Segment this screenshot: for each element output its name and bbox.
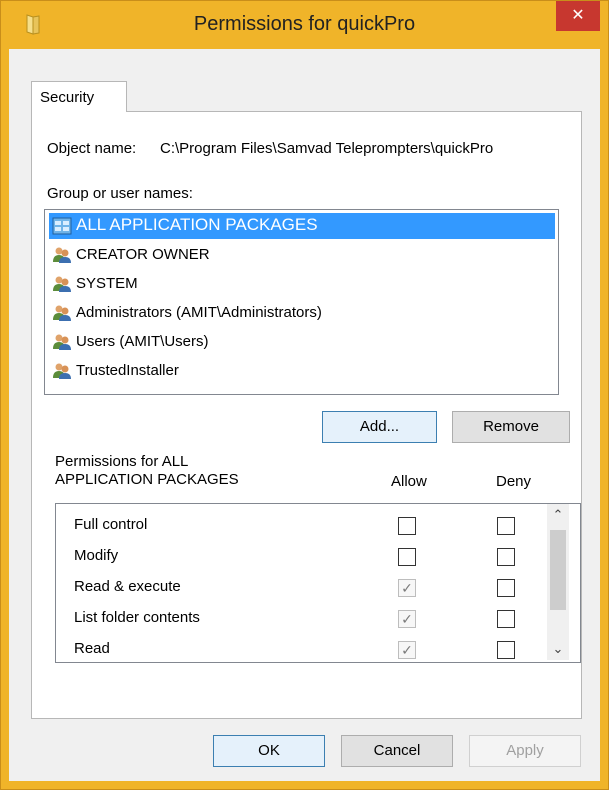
deny-checkbox[interactable] bbox=[497, 548, 515, 566]
group-user-list[interactable]: ALL APPLICATION PACKAGES CREATOR OWNER S… bbox=[44, 209, 559, 395]
ok-button[interactable]: OK bbox=[213, 735, 325, 767]
apply-button[interactable]: Apply bbox=[469, 735, 581, 767]
list-item-label: Users (AMIT\Users) bbox=[76, 333, 209, 350]
permissions-header: Permissions for ALL bbox=[55, 453, 189, 470]
permission-name: List folder contents bbox=[74, 609, 200, 626]
tab-security[interactable]: Security bbox=[31, 81, 127, 112]
allow-checkbox[interactable] bbox=[398, 517, 416, 535]
list-item[interactable]: Users (AMIT\Users) bbox=[49, 329, 555, 355]
permission-name: Read & execute bbox=[74, 578, 181, 595]
permission-row: Read ✓ bbox=[56, 634, 536, 662]
close-button[interactable]: ✕ bbox=[556, 1, 600, 31]
deny-column-header: Deny bbox=[496, 473, 532, 490]
list-item[interactable]: CREATOR OWNER bbox=[49, 242, 555, 268]
permissions-scrollbar[interactable]: ⌃ ⌄ bbox=[547, 504, 569, 660]
remove-button[interactable]: Remove bbox=[452, 411, 570, 443]
permission-row: List folder contents ✓ bbox=[56, 603, 536, 634]
list-item-label: Administrators (AMIT\Administrators) bbox=[76, 304, 322, 321]
close-icon: ✕ bbox=[571, 7, 585, 24]
object-name-label: Object name: bbox=[47, 140, 137, 157]
add-button[interactable]: Add... bbox=[322, 411, 437, 443]
deny-checkbox[interactable] bbox=[497, 517, 515, 535]
allow-checkbox: ✓ bbox=[398, 610, 416, 628]
list-item[interactable]: ALL APPLICATION PACKAGES bbox=[49, 213, 555, 239]
users-icon bbox=[53, 276, 71, 292]
users-icon bbox=[53, 305, 71, 321]
window-title: Permissions for quickPro bbox=[193, 13, 416, 35]
allow-checkbox: ✓ bbox=[398, 641, 416, 659]
list-item[interactable]: SYSTEM bbox=[49, 271, 555, 297]
object-name-value: C:\Program Files\Samvad Teleprompters\qu… bbox=[160, 140, 494, 157]
permissions-window: Permissions for quickPro ✕ Security Obje… bbox=[0, 0, 609, 790]
deny-checkbox[interactable] bbox=[497, 641, 515, 659]
list-item-label: TrustedInstaller bbox=[76, 362, 179, 379]
list-item-label: ALL APPLICATION PACKAGES bbox=[76, 215, 318, 234]
permission-row: Modify bbox=[56, 541, 536, 572]
cancel-button[interactable]: Cancel bbox=[341, 735, 453, 767]
list-item-label: CREATOR OWNER bbox=[76, 246, 210, 263]
permission-row: Read & execute ✓ bbox=[56, 572, 536, 603]
tab-label: Security bbox=[40, 89, 95, 106]
permissions-list[interactable]: Full control Modify Read & execute ✓ Lis… bbox=[55, 503, 581, 663]
allow-checkbox[interactable] bbox=[398, 548, 416, 566]
allow-column-header: Allow bbox=[391, 473, 427, 490]
list-item[interactable]: TrustedInstaller bbox=[49, 358, 555, 384]
deny-checkbox[interactable] bbox=[497, 610, 515, 628]
users-icon bbox=[53, 247, 71, 263]
group-names-label: Group or user names: bbox=[47, 185, 193, 202]
permission-name: Full control bbox=[74, 516, 148, 533]
users-icon bbox=[53, 334, 71, 350]
chevron-down-icon[interactable]: ⌄ bbox=[547, 638, 569, 660]
permission-name: Read bbox=[74, 640, 110, 657]
permission-row: Full control bbox=[56, 510, 536, 541]
allow-checkbox: ✓ bbox=[398, 579, 416, 597]
deny-checkbox[interactable] bbox=[497, 579, 515, 597]
chevron-up-icon[interactable]: ⌃ bbox=[547, 504, 569, 526]
app-packages-icon bbox=[52, 217, 72, 235]
title-bar[interactable]: Permissions for quickPro ✕ bbox=[1, 1, 608, 49]
dialog-body: Security Object name: C:\Program Files\S… bbox=[9, 49, 600, 781]
users-icon bbox=[53, 363, 71, 379]
list-item[interactable]: Administrators (AMIT\Administrators) bbox=[49, 300, 555, 326]
scrollbar-thumb[interactable] bbox=[550, 530, 566, 610]
permission-name: Modify bbox=[74, 547, 119, 564]
list-item-label: SYSTEM bbox=[76, 275, 138, 292]
permissions-header-line2: APPLICATION PACKAGES bbox=[55, 471, 239, 488]
